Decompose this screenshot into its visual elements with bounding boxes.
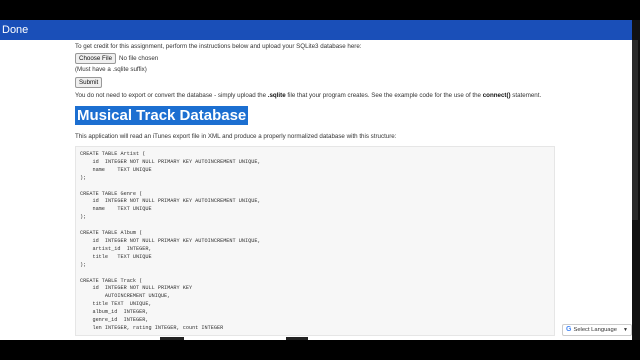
language-label: Select Language: [573, 327, 617, 333]
note-bold-sqlite: .sqlite: [267, 92, 286, 99]
upload-note: You do not need to export or convert the…: [75, 92, 565, 100]
submit-button[interactable]: Submit: [75, 77, 103, 88]
page-heading: Musical Track Database: [75, 106, 249, 125]
note-text-3: statement.: [510, 92, 542, 99]
scrollbar[interactable]: [632, 40, 638, 220]
note-bold-connect: connect(): [482, 92, 511, 99]
choose-file-button[interactable]: Choose File: [75, 53, 117, 64]
main-content: To get credit for this assignment, perfo…: [75, 43, 565, 336]
google-g-icon: G: [566, 326, 572, 333]
bottom-marker: [160, 337, 184, 340]
bottom-marker: [286, 337, 308, 340]
done-label[interactable]: Done: [0, 24, 28, 36]
done-bar: Done: [0, 20, 632, 40]
bottom-letterbox: [0, 340, 640, 360]
language-selector[interactable]: G Select Language ▼: [562, 324, 632, 336]
file-upload-row: Choose File No file chosen: [75, 53, 565, 64]
no-file-text: No file chosen: [119, 54, 159, 62]
chevron-down-icon: ▼: [623, 327, 628, 333]
submit-row: Submit: [75, 77, 565, 88]
top-letterbox: [0, 0, 640, 20]
note-text-2: file that your program creates. See the …: [285, 92, 483, 99]
description-text: This application will read an iTunes exp…: [75, 133, 397, 140]
note-text-1: You do not need to export or convert the…: [75, 92, 268, 99]
intro-text: To get credit for this assignment, perfo…: [75, 43, 362, 50]
sql-code-block: CREATE TABLE Artist ( id INTEGER NOT NUL…: [75, 146, 555, 336]
suffix-note: (Must have a .sqlite suffix): [75, 66, 147, 73]
